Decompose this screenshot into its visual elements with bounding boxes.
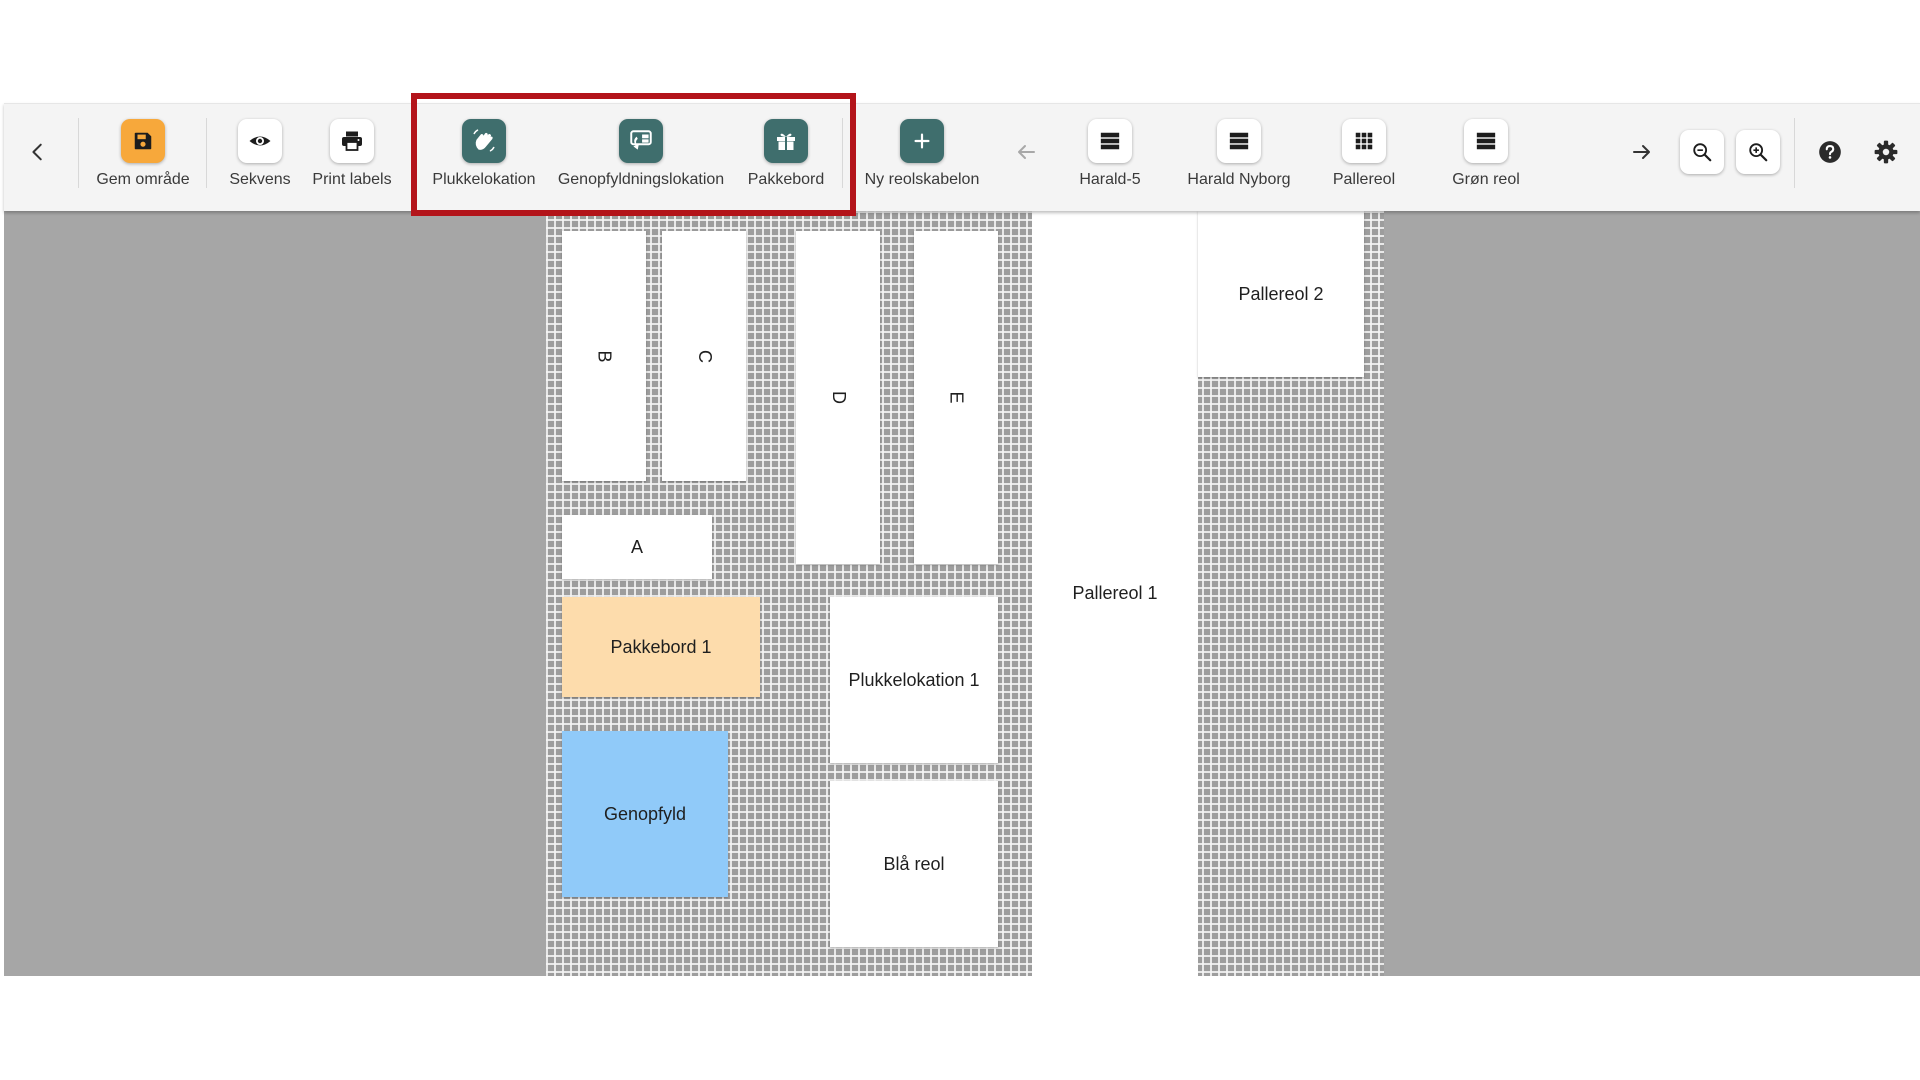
replenish-location-label: Genopfyldningslokation (557, 171, 725, 188)
chevron-left-icon (32, 143, 42, 161)
template-label: Pallereol (1332, 171, 1396, 188)
gift-box-icon (777, 133, 795, 150)
floor-plan-canvas[interactable]: B C D E A Pakkebord 1 Plukkelokation 1 G… (4, 211, 1920, 976)
shelf-label: D (828, 391, 849, 404)
shelf-rows-icon (1229, 132, 1249, 150)
shelf-b[interactable]: B (562, 231, 646, 481)
shelf-label: Genopfyld (603, 803, 687, 824)
shelf-label: Pallereol 2 (1238, 283, 1324, 304)
eye-icon (249, 136, 271, 146)
zoom-in-icon (1749, 143, 1768, 162)
shelf-e[interactable]: E (914, 231, 998, 564)
help-button[interactable] (1808, 130, 1852, 174)
shelf-label: Blå reol (883, 853, 945, 874)
packing-table-icon-button[interactable] (764, 119, 808, 163)
shelf-label: B (594, 349, 615, 363)
shelf-rows-icon (1100, 132, 1120, 150)
back-button[interactable] (16, 130, 60, 174)
template-label: Harald-5 (1079, 171, 1141, 188)
sequence-button[interactable]: Sekvens (220, 119, 300, 189)
shelf-label: Plukkelokation 1 (848, 669, 980, 690)
move-location-icon (630, 130, 652, 150)
scroll-left-button[interactable] (1004, 130, 1048, 174)
toolbar-divider (78, 118, 79, 188)
shelf-label: E (946, 391, 967, 404)
template-groen-reol-icon-button[interactable] (1464, 119, 1508, 163)
shelf-label: Pakkebord 1 (610, 636, 712, 657)
pick-location-button[interactable]: Plukkelokation (422, 119, 546, 189)
toolbar: Gem område Sekvens Print labels Plukkelo… (4, 103, 1920, 211)
new-shelf-template-icon-button[interactable] (900, 119, 944, 163)
help-icon (1819, 141, 1841, 163)
pallet-rack-2[interactable]: Pallereol 2 (1198, 211, 1364, 377)
pick-location-1[interactable]: Plukkelokation 1 (830, 597, 998, 763)
template-harald-5[interactable]: Harald-5 (1060, 119, 1160, 189)
shelf-label: A (630, 536, 643, 557)
scroll-right-button[interactable] (1620, 130, 1664, 174)
template-groen-reol[interactable]: Grøn reol (1436, 119, 1536, 189)
pick-location-label: Plukkelokation (432, 171, 536, 188)
sequence-label: Sekvens (229, 171, 291, 188)
packing-table-label: Pakkebord (747, 171, 825, 188)
waving-hand-icon (473, 129, 495, 152)
print-labels-icon-button[interactable] (330, 119, 374, 163)
plus-icon (914, 133, 930, 149)
template-harald-nyborg-icon-button[interactable] (1217, 119, 1261, 163)
toolbar-divider (1794, 118, 1795, 188)
gear-icon (1874, 140, 1898, 164)
template-pallereol-icon-button[interactable] (1342, 119, 1386, 163)
print-labels-button[interactable]: Print labels (302, 119, 402, 189)
arrow-right-icon (1633, 145, 1650, 159)
arrow-left-icon (1018, 145, 1035, 159)
zoom-out-icon (1693, 143, 1712, 162)
toolbar-divider (842, 118, 843, 188)
pallet-rack-1[interactable]: Pallereol 1 (1032, 211, 1198, 976)
pick-location-icon-button[interactable] (462, 119, 506, 163)
replenish-location-icon-button[interactable] (619, 119, 663, 163)
printer-icon (342, 131, 362, 151)
template-label: Harald Nyborg (1187, 171, 1291, 188)
shelf-rows-icon (1476, 132, 1496, 150)
shelf-d[interactable]: D (796, 231, 880, 564)
save-icon (134, 132, 152, 150)
template-harald-nyborg[interactable]: Harald Nyborg (1174, 119, 1304, 189)
replenish-location-button[interactable]: Genopfyldningslokation (548, 119, 734, 189)
save-area-label: Gem område (96, 171, 190, 188)
new-shelf-template-button[interactable]: Ny reolskabelon (856, 119, 988, 189)
grid-icon (1355, 132, 1373, 150)
shelf-c[interactable]: C (662, 231, 746, 481)
save-area-icon-button[interactable] (121, 119, 165, 163)
toolbar-divider (206, 118, 207, 188)
template-pallereol[interactable]: Pallereol (1314, 119, 1414, 189)
packing-table-button[interactable]: Pakkebord (740, 119, 832, 189)
shelf-label: Pallereol 1 (1072, 583, 1158, 603)
new-shelf-template-label: Ny reolskabelon (864, 171, 980, 188)
replenish-location[interactable]: Genopfyld (562, 731, 728, 897)
settings-button[interactable] (1864, 130, 1908, 174)
zoom-in-button[interactable] (1736, 130, 1780, 174)
print-labels-label: Print labels (312, 171, 392, 188)
shelf-label: C (694, 349, 715, 363)
shelf-a[interactable]: A (562, 515, 712, 579)
shelf-blaa-reol[interactable]: Blå reol (830, 781, 998, 947)
packing-table-1[interactable]: Pakkebord 1 (562, 597, 760, 697)
template-harald-5-icon-button[interactable] (1088, 119, 1132, 163)
zoom-out-button[interactable] (1680, 130, 1724, 174)
save-area-button[interactable]: Gem område (88, 119, 198, 189)
sequence-icon-button[interactable] (238, 119, 282, 163)
template-label: Grøn reol (1452, 171, 1520, 188)
